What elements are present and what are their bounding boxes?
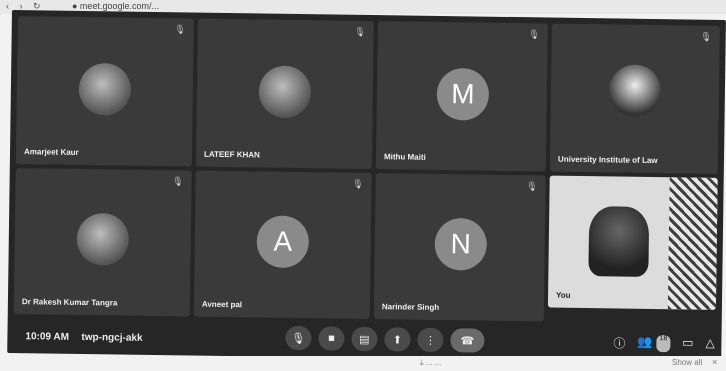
more-options-icon[interactable]: ⋮ [417, 327, 444, 353]
clock: 10:09 AM [25, 331, 70, 343]
avatar: M [436, 67, 490, 121]
mic-muted-icon: 🎙 [526, 181, 538, 192]
participant-tile[interactable]: 🎙 University Institute of Law [549, 23, 720, 174]
participant-name: Avneet pal [201, 299, 243, 310]
participant-name: LATEEF KHAN [203, 149, 260, 160]
participant-tile[interactable]: 🎙 Dr Rakesh Kumar Tangra [13, 168, 192, 317]
side-panel-icons: ⓘ 👥 18 ▭ △ [613, 334, 715, 353]
mic-muted-icon: 🎙 [354, 26, 366, 37]
download-item[interactable]: ⤓ ... ... [420, 358, 441, 368]
mic-muted-icon: 🎙 [528, 29, 540, 40]
participant-name: Dr Rakesh Kumar Tangra [21, 297, 118, 308]
participant-tile[interactable]: 🎙 N Narinder Singh [373, 173, 546, 322]
background-plant [667, 177, 718, 310]
mic-muted-icon: 🎙 [174, 24, 186, 35]
avatar [76, 212, 130, 266]
participant-count-badge: 18 [656, 335, 671, 353]
mic-muted-icon: 🎙 [172, 176, 184, 187]
show-all-link[interactable]: Show all [672, 358, 702, 367]
participant-tile[interactable]: 🎙 Amarjeet Kaur [15, 16, 194, 167]
participant-name: Amarjeet Kaur [23, 147, 79, 157]
participant-name: Narinder Singh [381, 302, 440, 312]
downloads-bar: ⤓ ... ... Show all × [0, 356, 726, 371]
participant-name: Mithu Maiti [383, 152, 426, 162]
avatar [258, 65, 312, 119]
present-screen-icon[interactable]: ⬆ [384, 327, 411, 352]
participant-tile[interactable]: 🎙 LATEEF KHAN [195, 18, 374, 170]
meeting-info-icon[interactable]: ⓘ [613, 334, 625, 351]
participant-tile[interactable]: 🎙 M Mithu Maiti [375, 21, 548, 172]
close-icon[interactable]: × [712, 357, 717, 367]
mic-toggle-icon[interactable]: 🎙 [285, 325, 312, 351]
mic-muted-icon: 🎙 [352, 178, 364, 189]
avatar: N [434, 217, 488, 271]
avatar [608, 64, 662, 118]
self-view-tile[interactable]: You [547, 175, 718, 310]
mic-muted-icon: 🎙 [700, 31, 712, 42]
participant-tile[interactable]: 🎙 A Avneet pal [193, 170, 372, 320]
address-bar[interactable]: ● meet.google.com/... [72, 1, 159, 11]
call-controls: 🎙 ■ ▤ ⬆ ⋮ ☎ [285, 325, 485, 353]
meet-window: 🎙 Amarjeet Kaur 🎙 LATEEF KHAN 🎙 M Mithu … [7, 10, 726, 363]
meeting-code: twp-ngcj-akk [81, 332, 143, 344]
participant-name: You [556, 290, 571, 300]
avatar: A [256, 215, 310, 269]
captions-icon[interactable]: ▤ [351, 326, 378, 352]
self-video [588, 206, 650, 277]
end-call-icon[interactable]: ☎ [450, 328, 485, 353]
people-icon[interactable]: 👥 [637, 335, 652, 352]
chat-icon[interactable]: ▭ [682, 335, 694, 352]
participant-name: University Institute of Law [557, 154, 658, 166]
camera-toggle-icon[interactable]: ■ [318, 326, 345, 351]
activities-icon[interactable]: △ [705, 336, 714, 353]
avatar [78, 62, 132, 116]
